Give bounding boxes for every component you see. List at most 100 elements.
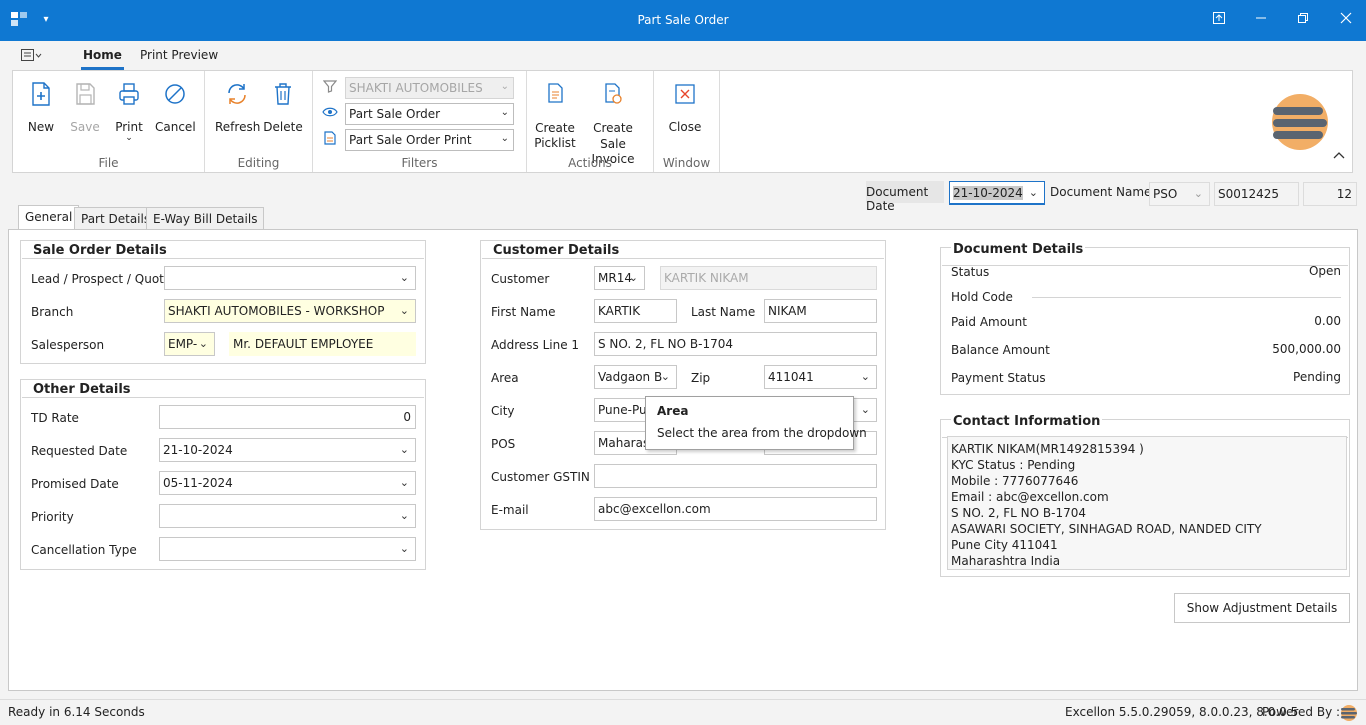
contact-line: S NO. 2, FL NO B-1704 (951, 506, 1086, 520)
file-group-label: File (98, 156, 119, 170)
balance-amount-value: 500,000.00 (1272, 342, 1341, 356)
td-rate-label: TD Rate (31, 411, 79, 425)
priority-label: Priority (31, 510, 74, 524)
chevron-down-icon: ⌄ (399, 476, 409, 489)
collapse-ribbon-icon[interactable] (1333, 149, 1345, 163)
cancel-button[interactable]: Cancel (155, 81, 196, 134)
lead-dropdown[interactable]: ⌄ (164, 266, 416, 290)
lead-label: Lead / Prospect / Quote (31, 272, 172, 286)
requested-date-field[interactable]: 21-10-2024 ⌄ (159, 438, 416, 462)
ribbon: New Save Print ⌄ Cancel File Refresh Del… (12, 70, 1353, 173)
new-document-icon (32, 82, 50, 106)
maximize-icon[interactable] (1293, 11, 1313, 29)
td-rate-field[interactable]: 0 (159, 405, 416, 429)
restore-layout-icon[interactable] (1209, 11, 1229, 29)
hold-code-line (1032, 297, 1341, 298)
print-format-dropdown[interactable]: Part Sale Order Print ⌄ (345, 129, 514, 151)
create-sale-invoice-button[interactable]: Create Sale Invoice (581, 81, 645, 166)
customer-name-field: KARTIK NIKAM (660, 266, 877, 290)
chevron-down-icon: ⌄ (399, 271, 409, 284)
first-name-field[interactable]: KARTIK (594, 299, 677, 323)
show-adjustment-details-button[interactable]: Show Adjustment Details (1174, 593, 1350, 623)
address-line-1-field[interactable]: S NO. 2, FL NO B-1704 (594, 332, 877, 356)
zip-dropdown[interactable]: 411041 ⌄ (764, 365, 877, 389)
branch-dropdown[interactable]: SHAKTI AUTOMOBILES - WORKSHOP ⌄ (164, 299, 416, 323)
area-dropdown[interactable]: Vadgaon B ⌄ (594, 365, 677, 389)
ribbon-separator (719, 71, 720, 172)
first-name-label: First Name (491, 305, 556, 319)
pos-label: POS (491, 437, 516, 451)
priority-dropdown[interactable]: ⌄ (159, 504, 416, 528)
excellon-logo-icon (1269, 91, 1331, 156)
document-date-field[interactable]: 21-10-2024 ⌄ (949, 181, 1045, 205)
tab-home[interactable]: Home (81, 48, 124, 70)
close-window-icon[interactable] (1336, 11, 1356, 29)
address-line-1-label: Address Line 1 (491, 338, 580, 352)
email-label: E-mail (491, 503, 529, 517)
new-button[interactable]: New (23, 81, 59, 134)
tab-general[interactable]: General (18, 205, 80, 230)
delete-button[interactable]: Delete (263, 81, 303, 134)
document-number-field: S0012425 (1214, 182, 1299, 206)
invoice-icon (605, 83, 622, 104)
chevron-down-icon: ⌄ (1193, 187, 1203, 200)
excellon-small-logo-icon (1340, 704, 1358, 725)
chevron-down-icon: ⌄ (399, 509, 409, 522)
chevron-down-icon: ⌄ (198, 337, 208, 350)
tab-print-preview[interactable]: Print Preview (140, 48, 218, 62)
customer-gstin-field[interactable] (594, 464, 877, 488)
chevron-down-icon: ⌄ (628, 271, 638, 284)
save-button[interactable]: Save (67, 81, 103, 134)
create-picklist-button[interactable]: Create Picklist (531, 81, 579, 150)
document-count-field: 12 (1303, 182, 1357, 206)
status-value: Open (1308, 264, 1341, 278)
email-field[interactable]: abc@excellon.com (594, 497, 877, 521)
group-title: Document Details (951, 242, 1086, 257)
salesperson-name-field: Mr. DEFAULT EMPLOYEE (229, 332, 416, 356)
contact-line: ASAWARI SOCIETY, SINHAGAD ROAD, NANDED C… (951, 522, 1262, 536)
tab-eway-bill-details[interactable]: E-Way Bill Details (146, 207, 265, 229)
tab-part-details[interactable]: Part Details (74, 207, 158, 229)
minimize-icon[interactable] (1251, 11, 1271, 29)
picklist-icon (548, 83, 563, 103)
chevron-down-icon: ⌄ (399, 542, 409, 555)
salesperson-code-dropdown[interactable]: EMP- ⌄ (164, 332, 215, 356)
view-eye-icon (322, 105, 338, 122)
tooltip-text: Select the area from the dropdown (657, 426, 867, 440)
title-bar: ▾ Part Sale Order (0, 0, 1366, 41)
contact-line: Mobile : 7776077646 (951, 474, 1079, 488)
print-format-icon (324, 131, 336, 148)
customer-label: Customer (491, 272, 550, 286)
powered-by-text: Powered By : (1262, 705, 1341, 719)
window-title: Part Sale Order (637, 13, 729, 27)
last-name-field[interactable]: NIKAM (764, 299, 877, 323)
cancel-icon (165, 84, 185, 104)
close-button[interactable]: Close (665, 81, 705, 134)
contact-line: Maharashtra India (951, 554, 1061, 568)
application-menu-icon[interactable] (20, 48, 42, 65)
paid-amount-value: 0.00 (1314, 314, 1341, 328)
document-name-dropdown[interactable]: PSO ⌄ (1149, 182, 1210, 206)
status-bar: Ready in 6.14 Seconds Excellon 5.5.0.290… (0, 699, 1366, 725)
print-button[interactable]: Print ⌄ (111, 81, 147, 143)
cancellation-type-dropdown[interactable]: ⌄ (159, 537, 416, 561)
promised-date-field[interactable]: 05-11-2024 ⌄ (159, 471, 416, 495)
cancellation-type-label: Cancellation Type (31, 543, 137, 557)
trash-icon (275, 83, 291, 105)
payment-status-label: Payment Status (951, 371, 1046, 385)
print-dropdown-icon[interactable]: ⌄ (111, 134, 147, 143)
area-label: Area (491, 371, 519, 385)
chevron-down-icon: ⌄ (860, 403, 870, 416)
status-ready-text: Ready in 6.14 Seconds (8, 705, 145, 719)
payment-status-value: Pending (1293, 370, 1341, 384)
refresh-button[interactable]: Refresh (215, 81, 260, 134)
close-icon (675, 84, 695, 104)
customer-gstin-label: Customer GSTIN (491, 470, 590, 484)
city-label: City (491, 404, 515, 418)
customer-code-dropdown[interactable]: MR14 ⌄ (594, 266, 645, 290)
refresh-icon (228, 84, 246, 104)
contact-line: KYC Status : Pending (951, 458, 1076, 472)
filters-group-label: Filters (401, 156, 438, 170)
group-title: Contact Information (951, 414, 1103, 429)
view-dropdown[interactable]: Part Sale Order ⌄ (345, 103, 514, 125)
